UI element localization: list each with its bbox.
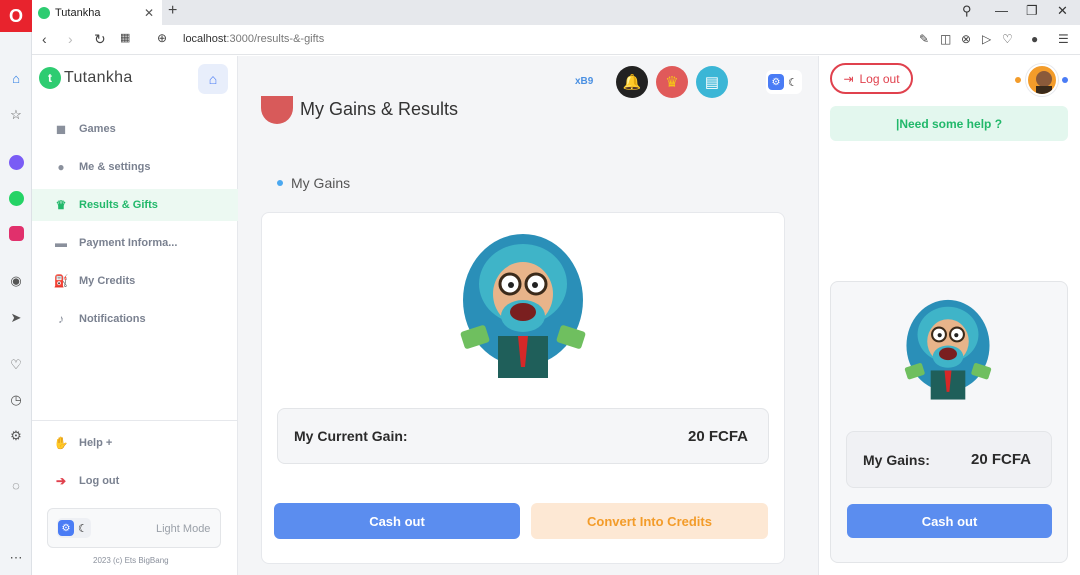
tab-bar [32,0,1080,25]
whatsapp-icon[interactable] [6,188,26,208]
logout-button[interactable]: ⇥ Log out [830,63,913,94]
nav-item-payment[interactable]: ▬ Payment Informa... [32,227,238,259]
nav-item-logout[interactable]: ➔ Log out [32,465,238,497]
trophy-icon: ♛ [55,198,67,212]
logout-label: Log out [859,71,900,86]
current-gain-label: My Current Gain: [294,428,408,444]
gamepad-icon: ◼ [56,122,66,136]
camera-icon[interactable]: ◫ [940,32,951,46]
mini-gain-value: 20 FCFA [971,451,1032,468]
home-sidebar-icon[interactable]: ⌂ [6,68,26,88]
flow-icon[interactable]: ▷ [982,32,991,46]
section-bullet [277,180,283,186]
nav-label: Me & settings [79,161,151,173]
url-path: :3000/results-&-gifts [226,33,325,45]
opera-logo-icon[interactable]: O [0,0,32,32]
mini-mascot-illustration [903,298,993,400]
star-sidebar-icon[interactable]: ☆ [6,105,26,125]
sidebar-divider [32,420,238,421]
url-field[interactable]: localhost:3000/results-&-gifts [183,33,324,45]
settings-icon[interactable]: ⚙ [6,426,26,446]
brand-logo-icon: t [39,67,61,89]
more-icon[interactable]: ⋯ [6,548,26,568]
url-host: localhost [183,33,227,45]
card-icon: ▬ [55,236,67,250]
nav-label: My Credits [79,275,136,287]
mini-gain-label: My Gains: [863,452,930,468]
tab-favicon-icon [38,6,50,19]
credits-badge[interactable]: xB9 [575,76,593,87]
tab-tutankha[interactable]: Tutankha ✕ [32,0,162,25]
bulb-icon[interactable]: ◌ [6,475,26,495]
tab-title: Tutankha [55,6,101,19]
nav-item-notifications[interactable]: ♪ Notifications [32,303,238,335]
credits-icon: ⛽ [53,274,69,288]
forward-icon[interactable]: › [68,31,73,47]
bell-icon[interactable]: 🔔 [616,66,648,98]
mini-cash-out-button[interactable]: Cash out [847,504,1052,538]
nav-label: Help + [79,437,113,449]
search-tabs-icon[interactable]: ⚲ [962,3,972,19]
nav-label: Results & Gifts [79,199,158,211]
gear-icon: ⚙ [58,520,74,536]
site-info-icon[interactable]: ⊕ [157,31,167,45]
moon-icon: ☾ [788,76,798,89]
trophy-icon[interactable]: ♛ [656,66,688,98]
messenger-icon[interactable] [6,152,26,172]
player-icon[interactable]: ◉ [6,271,26,291]
copyright: 2023 (c) Ets BigBang [93,556,169,565]
nav-item-help[interactable]: ✋ Help + [32,427,238,459]
user-icon: ● [57,160,65,174]
help-icon: ✋ [53,436,69,450]
logout-icon: ⇥ [843,71,854,86]
wallet-icon[interactable]: ▤ [696,66,728,98]
nav-label: Payment Informa... [79,237,178,249]
history-icon[interactable]: ◷ [6,390,26,410]
new-tab-button[interactable]: + [168,2,177,20]
back-icon[interactable]: ‹ [42,31,47,47]
brand-name: Tutankha [64,69,133,86]
gear-icon: ⚙ [768,74,784,90]
avatar[interactable] [1026,64,1058,96]
mode-label: Light Mode [156,523,211,535]
nav-item-credits[interactable]: ⛽ My Credits [32,265,238,297]
nav-label: Games [79,123,116,135]
grid-icon[interactable]: ▦ [120,31,130,44]
adblock-icon[interactable]: ⊗ [961,32,971,46]
theme-toggle[interactable]: ⚙ ☾ [57,518,91,538]
nav-label: Log out [79,475,120,487]
logout-icon: ➔ [55,474,67,488]
send-icon[interactable]: ➤ [6,308,26,328]
bell-icon: ♪ [58,312,64,326]
section-title: My Gains [291,175,351,191]
close-window-button[interactable]: ✕ [1057,3,1068,19]
help-banner[interactable]: |Need some help ? [830,106,1068,141]
top-theme-toggle[interactable]: ⚙ ☾ [766,70,802,94]
reload-icon[interactable]: ↻ [94,31,106,48]
nav-item-games[interactable]: ◼ Games [32,113,238,145]
tab-close-icon[interactable]: ✕ [144,6,154,20]
easy-setup-icon[interactable]: ☰ [1058,32,1069,46]
nav-item-me-settings[interactable]: ● Me & settings [32,151,238,183]
profile-icon[interactable]: ● [1031,32,1038,46]
status-dot [1015,77,1021,83]
favorite-icon[interactable]: ♡ [1002,32,1013,46]
minimize-button[interactable]: — [995,3,1008,18]
home-icon: ⌂ [208,71,218,87]
instagram-icon[interactable] [6,223,26,243]
current-gain-value: 20 FCFA [688,428,749,445]
home-button[interactable]: ⌂ [198,64,228,94]
moon-icon: ☾ [78,522,88,535]
nav-item-results-gifts[interactable]: ♛ Results & Gifts [32,189,238,221]
cash-out-button[interactable]: Cash out [274,503,520,539]
convert-credits-button[interactable]: Convert Into Credits [531,503,768,539]
status-dot [1062,77,1068,83]
restore-button[interactable]: ❐ [1026,3,1038,19]
heart-icon[interactable]: ♡ [6,355,26,375]
mascot-illustration [458,232,588,378]
edit-icon[interactable]: ✎ [919,32,929,46]
page-title: My Gains & Results [300,99,459,119]
nav-label: Notifications [79,313,146,325]
